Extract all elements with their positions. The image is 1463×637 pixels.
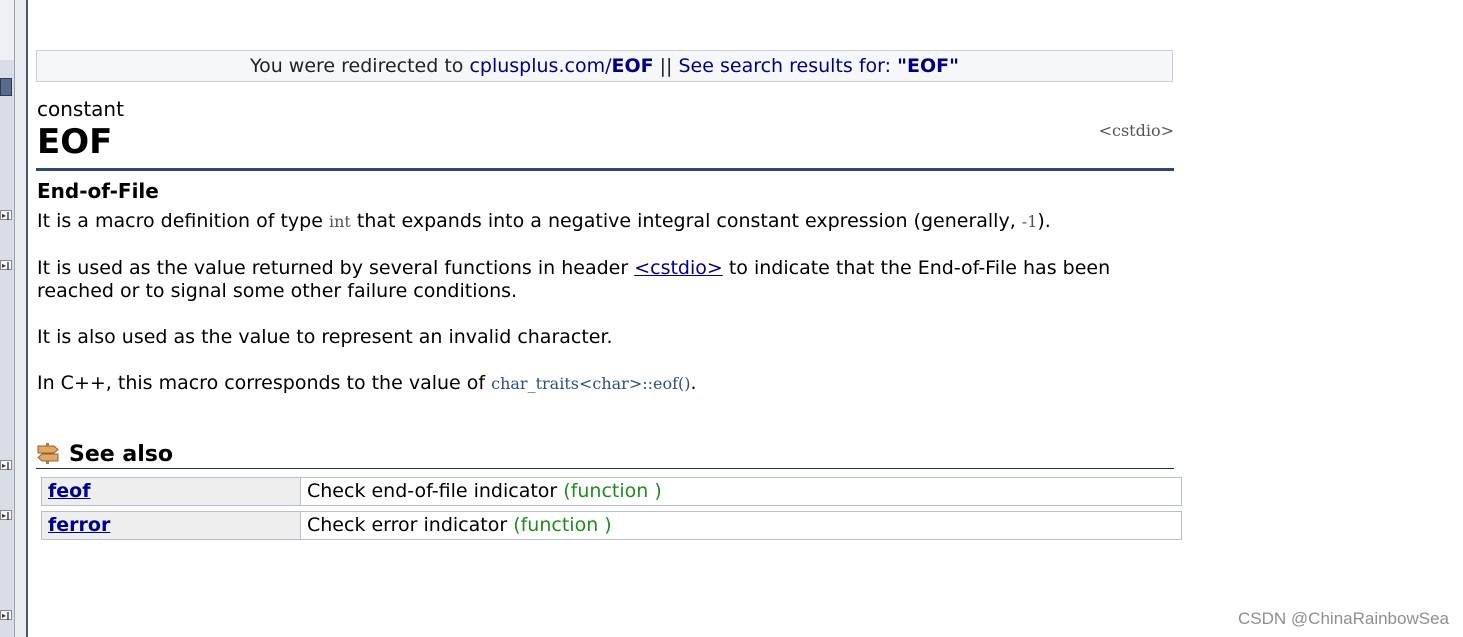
- signpost-icon: [37, 443, 59, 464]
- description-paragraph-1: It is a macro definition of type int tha…: [37, 210, 1157, 233]
- media-control-icon[interactable]: ▸‖: [0, 460, 12, 470]
- see-also-link-feof[interactable]: feof: [42, 478, 301, 505]
- text: It is a macro definition of type: [37, 210, 329, 232]
- text: Check error indicator: [307, 514, 514, 536]
- redirect-site: cplusplus.com/: [469, 55, 612, 77]
- inline-code: char_traits<char>::eof(): [491, 374, 691, 393]
- side-panel-segment: [0, 0, 14, 60]
- kind-label: (function ): [513, 514, 612, 536]
- see-also-row: feof Check end-of-file indicator (functi…: [41, 477, 1182, 506]
- inline-code: -1: [1021, 212, 1038, 231]
- title-divider: [36, 168, 1174, 171]
- text: Check end-of-file indicator: [307, 480, 564, 502]
- entry-kind: constant: [37, 97, 124, 121]
- search-results-link[interactable]: See search results for: "EOF": [679, 55, 959, 77]
- text: In C++, this macro corresponds to the va…: [37, 372, 492, 394]
- search-term: "EOF": [897, 55, 959, 77]
- side-panel-strip: ▸‖ ▸‖ ▸‖ ▸‖ ▸‖: [0, 0, 14, 637]
- see-also-description: Check end-of-file indicator (function ): [307, 478, 662, 505]
- see-also-row: ferror Check error indicator (function ): [41, 511, 1182, 540]
- redirect-notice: You were redirected to cplusplus.com/EOF…: [36, 50, 1173, 82]
- description-paragraph-4: In C++, this macro corresponds to the va…: [37, 372, 1157, 395]
- redirect-target-link[interactable]: cplusplus.com/EOF: [469, 55, 653, 77]
- description-paragraph-3: It is also used as the value to represen…: [37, 326, 613, 348]
- entry-subtitle: End-of-File: [37, 179, 159, 203]
- search-prefix: See search results for:: [678, 55, 898, 77]
- text: It is used as the value returned by seve…: [37, 257, 635, 279]
- window-border: [14, 0, 28, 637]
- media-control-icon[interactable]: ▸‖: [0, 260, 12, 270]
- watermark: CSDN @ChinaRainbowSea: [1238, 609, 1449, 628]
- see-also-link-ferror[interactable]: ferror: [42, 512, 301, 539]
- redirect-prefix: You were redirected to: [250, 55, 470, 77]
- see-also-description: Check error indicator (function ): [307, 512, 612, 539]
- header-tag: <cstdio>: [1098, 121, 1174, 140]
- text: .: [690, 372, 697, 394]
- redirect-separator: ||: [653, 55, 679, 77]
- text: that expands into a negative integral co…: [350, 210, 1022, 232]
- page-title: EOF: [37, 122, 113, 162]
- see-also-heading: See also: [69, 442, 173, 467]
- kind-label: (function ): [563, 480, 662, 502]
- redirect-target: EOF: [611, 55, 654, 77]
- cstdio-link[interactable]: <cstdio>: [634, 257, 723, 279]
- side-panel-icon[interactable]: [0, 78, 12, 96]
- media-control-icon[interactable]: ▸‖: [0, 510, 12, 520]
- see-also-divider: [36, 468, 1174, 469]
- description-paragraph-2: It is used as the value returned by seve…: [37, 257, 1157, 303]
- text: ).: [1037, 210, 1051, 232]
- inline-code: int: [328, 212, 351, 231]
- media-control-icon[interactable]: ▸‖: [0, 210, 12, 220]
- media-control-icon[interactable]: ▸‖: [0, 610, 12, 620]
